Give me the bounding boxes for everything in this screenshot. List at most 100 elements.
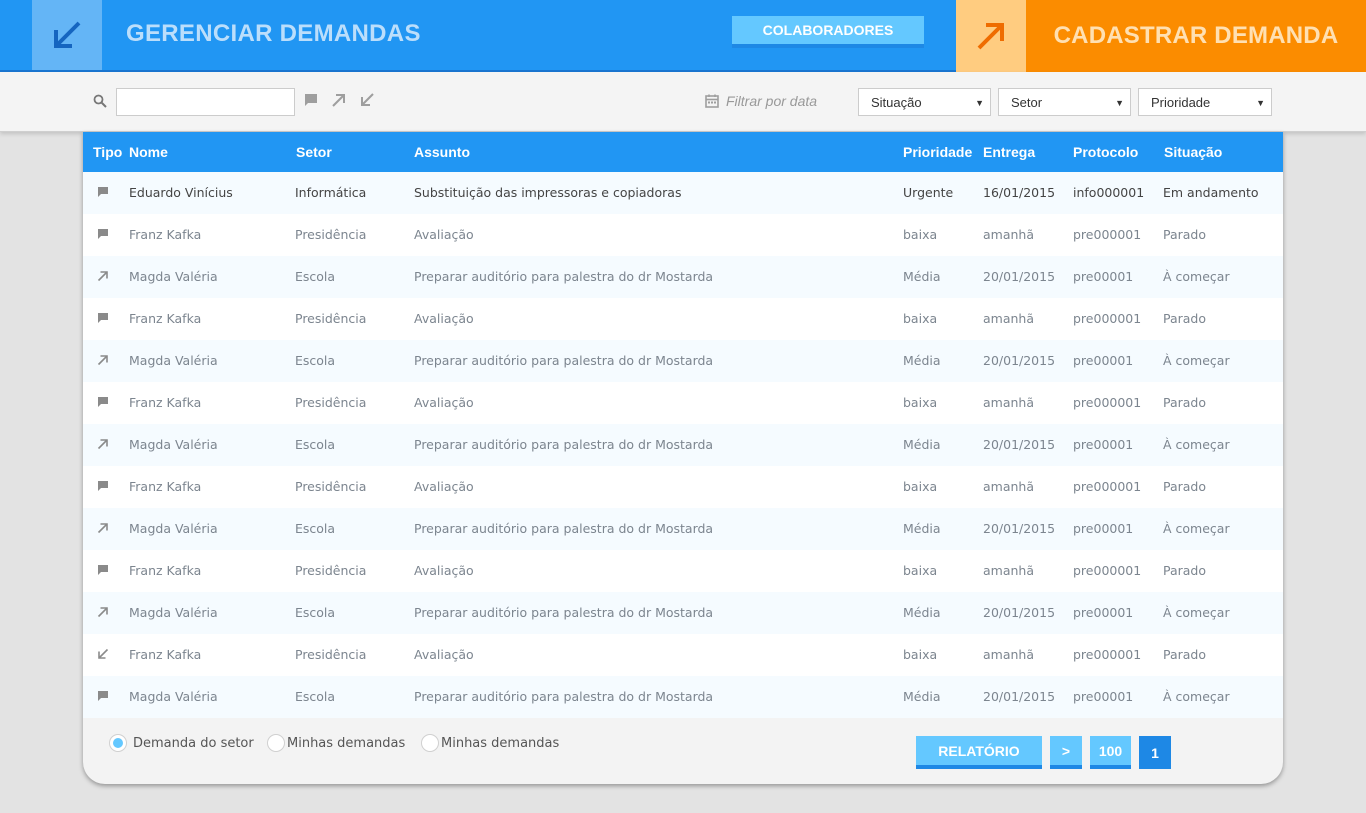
cell-protocolo: pre00001 bbox=[1073, 605, 1134, 620]
cell-protocolo: info000001 bbox=[1073, 185, 1145, 200]
collaborators-button[interactable]: COLABORADORES bbox=[732, 16, 924, 48]
setor-select[interactable]: Setor ▼ bbox=[998, 88, 1131, 116]
situacao-select[interactable]: Situação ▼ bbox=[858, 88, 991, 116]
table-row[interactable]: Magda Valéria Escola Preparar auditório pa… bbox=[83, 676, 1283, 718]
cell-setor: Escola bbox=[295, 353, 336, 368]
cell-nome: Franz Kafka bbox=[129, 395, 202, 410]
register-demand-icon-box[interactable] bbox=[956, 0, 1026, 72]
col-situacao[interactable]: Situação bbox=[1164, 144, 1222, 160]
table-row[interactable]: Magda Valéria Escola Preparar auditório pa… bbox=[83, 424, 1283, 466]
cell-assunto: Avaliação bbox=[414, 311, 474, 326]
col-tipo[interactable]: Tipo bbox=[93, 144, 122, 160]
cell-entrega: 20/01/2015 bbox=[983, 353, 1056, 368]
cell-nome: Magda Valéria bbox=[129, 353, 218, 368]
col-entrega[interactable]: Entrega bbox=[983, 144, 1035, 160]
cell-assunto: Avaliação bbox=[414, 395, 474, 410]
table-row[interactable]: Franz Kafka Presidência Avaliação baixa aman… bbox=[83, 550, 1283, 592]
arrow-down-left-icon[interactable] bbox=[359, 92, 375, 108]
cell-entrega: 20/01/2015 bbox=[983, 269, 1056, 284]
cell-protocolo: pre000001 bbox=[1073, 647, 1142, 662]
cell-prioridade: baixa bbox=[903, 647, 938, 662]
cell-prioridade: Média bbox=[903, 353, 941, 368]
arrow-up-right-icon[interactable] bbox=[331, 92, 347, 108]
table-row[interactable]: Franz Kafka Presidência Avaliação baixa aman… bbox=[83, 382, 1283, 424]
cell-situacao: À começar bbox=[1163, 437, 1230, 452]
cell-prioridade: Média bbox=[903, 437, 941, 452]
cell-setor: Presidência bbox=[295, 311, 367, 326]
cell-situacao: Parado bbox=[1163, 479, 1207, 494]
current-page-button[interactable]: 1 bbox=[1139, 736, 1171, 769]
cell-entrega: amanhã bbox=[983, 647, 1035, 662]
cell-prioridade: baixa bbox=[903, 311, 938, 326]
cell-entrega: amanhã bbox=[983, 479, 1035, 494]
col-protocolo[interactable]: Protocolo bbox=[1073, 144, 1138, 160]
cell-nome: Franz Kafka bbox=[129, 227, 202, 242]
table-header: Tipo Nome Setor Assunto Prioridade Entre… bbox=[83, 132, 1283, 174]
prioridade-select-value: Prioridade bbox=[1151, 94, 1211, 110]
cell-entrega: amanhã bbox=[983, 563, 1035, 578]
radio-label: Minhas demandas bbox=[441, 735, 560, 751]
cell-protocolo: pre00001 bbox=[1073, 353, 1134, 368]
table-row[interactable]: Franz Kafka Presidência Avaliação baixa aman… bbox=[83, 298, 1283, 340]
search-icon bbox=[93, 94, 107, 108]
cell-setor: Escola bbox=[295, 689, 336, 704]
cell-nome: Eduardo Vinícius bbox=[129, 185, 233, 200]
cell-protocolo: pre00001 bbox=[1073, 437, 1134, 452]
date-filter[interactable]: Filtrar por data bbox=[726, 93, 817, 109]
radio-unchecked[interactable] bbox=[421, 734, 439, 752]
cell-nome: Magda Valéria bbox=[129, 521, 218, 536]
arrow-up-right-icon bbox=[977, 23, 1004, 50]
cell-assunto: Preparar auditório para palestra do dr M… bbox=[414, 437, 714, 452]
arrow-up-right-icon bbox=[97, 523, 108, 534]
cell-setor: Escola bbox=[295, 521, 336, 536]
cell-setor: Escola bbox=[295, 437, 336, 452]
radio-demanda-setor[interactable]: Demanda do setor bbox=[109, 734, 254, 752]
radio-unchecked[interactable] bbox=[267, 734, 285, 752]
cell-nome: Magda Valéria bbox=[129, 689, 218, 704]
col-assunto[interactable]: Assunto bbox=[414, 144, 470, 160]
cell-assunto: Preparar auditório para palestra do dr M… bbox=[414, 521, 714, 536]
cell-nome: Franz Kafka bbox=[129, 563, 202, 578]
radio-minhas-demandas[interactable]: Minhas demandas bbox=[267, 734, 405, 752]
register-demand-button[interactable]: CADASTRAR DEMANDA bbox=[1026, 0, 1366, 72]
table-row[interactable]: Franz Kafka Presidência Avaliação baixa aman… bbox=[83, 634, 1283, 676]
col-prioridade[interactable]: Prioridade bbox=[903, 144, 972, 160]
cell-situacao: Em andamento bbox=[1163, 185, 1259, 200]
calendar-icon[interactable] bbox=[705, 94, 719, 108]
cell-setor: Informática bbox=[295, 185, 367, 200]
page-size-button[interactable]: 100 bbox=[1090, 736, 1131, 769]
chat-icon bbox=[98, 691, 108, 701]
cell-situacao: À começar bbox=[1163, 353, 1230, 368]
table-row[interactable]: Magda Valéria Escola Preparar auditório pa… bbox=[83, 256, 1283, 298]
radio-checked[interactable] bbox=[109, 734, 127, 752]
cell-setor: Presidência bbox=[295, 647, 367, 662]
cell-nome: Magda Valéria bbox=[129, 605, 218, 620]
cell-situacao: Parado bbox=[1163, 563, 1207, 578]
chevron-down-icon: ▼ bbox=[1256, 98, 1265, 108]
table-row[interactable]: Magda Valéria Escola Preparar auditório pa… bbox=[83, 592, 1283, 634]
report-button[interactable]: RELATÓRIO bbox=[916, 736, 1042, 769]
radio-minhas-demandas-2[interactable]: Minhas demandas bbox=[421, 734, 559, 752]
chat-icon[interactable] bbox=[303, 92, 319, 108]
chevron-down-icon: ▼ bbox=[975, 98, 984, 108]
search-input[interactable] bbox=[116, 88, 295, 116]
cell-prioridade: baixa bbox=[903, 227, 938, 242]
table-row[interactable]: Eduardo Vinícius Informática Substituição … bbox=[83, 172, 1283, 214]
manage-demands-icon-box[interactable] bbox=[32, 0, 102, 70]
table-row[interactable]: Magda Valéria Escola Preparar auditório pa… bbox=[83, 508, 1283, 550]
table-row[interactable]: Franz Kafka Presidência Avaliação baixa aman… bbox=[83, 466, 1283, 508]
cell-situacao: À começar bbox=[1163, 269, 1230, 284]
prioridade-select[interactable]: Prioridade ▼ bbox=[1138, 88, 1272, 116]
cell-entrega: 20/01/2015 bbox=[983, 689, 1056, 704]
col-nome[interactable]: Nome bbox=[129, 144, 168, 160]
col-setor[interactable]: Setor bbox=[296, 144, 332, 160]
chat-icon bbox=[98, 565, 108, 575]
cell-prioridade: baixa bbox=[903, 479, 938, 494]
cell-protocolo: pre00001 bbox=[1073, 521, 1134, 536]
table-row[interactable]: Magda Valéria Escola Preparar auditório pa… bbox=[83, 340, 1283, 382]
cell-setor: Escola bbox=[295, 269, 336, 284]
cell-assunto: Preparar auditório para palestra do dr M… bbox=[414, 689, 714, 704]
cell-entrega: amanhã bbox=[983, 395, 1035, 410]
next-page-button[interactable]: > bbox=[1050, 736, 1082, 769]
table-row[interactable]: Franz Kafka Presidência Avaliação baixa aman… bbox=[83, 214, 1283, 256]
